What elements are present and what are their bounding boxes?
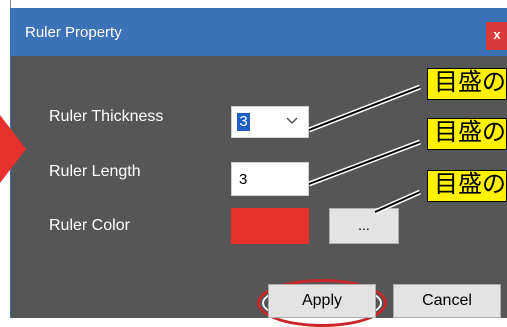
callout-leader-lines bbox=[308, 84, 422, 215]
callout-length: 目盛の bbox=[427, 118, 507, 150]
callout-thickness: 目盛の bbox=[427, 68, 507, 100]
callout-color: 目盛の bbox=[427, 170, 507, 202]
